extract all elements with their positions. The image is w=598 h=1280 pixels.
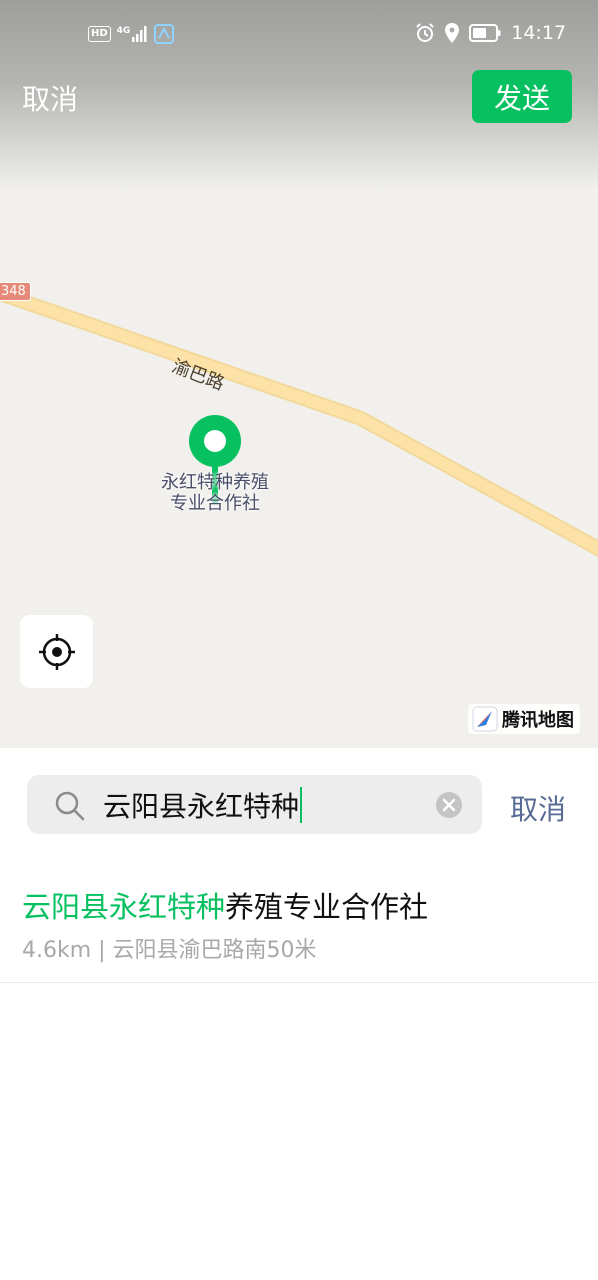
route-badge: 348 [0,282,31,301]
send-button[interactable]: 发送 [472,70,572,123]
location-status-icon [445,23,460,43]
my-location-button[interactable] [20,615,93,688]
cancel-button[interactable]: 取消 [22,78,78,118]
clear-icon[interactable] [435,791,463,819]
result-subtitle: 4.6km | 云阳县渝巴路南50米 [22,938,317,963]
search-icon [55,791,85,821]
alarm-icon [416,23,434,42]
status-right: 14:17 [415,22,566,44]
signal-icon: 4G [117,26,149,42]
search-cancel-button[interactable]: 取消 [510,788,566,828]
poi-label: 永红特种养殖 专业合作社 [140,472,290,514]
app-notification-icon [154,24,175,44]
search-bar-row: 云阳县永红特种 取消 [0,748,598,858]
result-title-rest: 养殖专业合作社 [225,890,429,924]
search-query: 云阳县永红特种 [103,790,300,823]
crosshair-icon [38,633,75,670]
battery-icon [469,24,501,42]
status-left: HD 4G [88,24,175,44]
list-item[interactable]: 云阳县永红特种养殖专业合作社 4.6km | 云阳县渝巴路南50米 [0,862,598,983]
result-title-match: 云阳县永红特种 [22,890,226,924]
text-cursor [300,787,303,823]
poi-label-line2: 专业合作社 [170,493,260,514]
map-provider-logo: 腾讯地图 [468,704,580,734]
result-title: 云阳县永红特种养殖专业合作社 [22,884,428,926]
search-box[interactable]: 云阳县永红特种 [27,775,482,834]
tencent-map-icon [472,706,498,732]
status-bar: HD 4G 14:17 [0,0,598,70]
search-input[interactable]: 云阳县永红特种 [103,785,303,825]
clock: 14:17 [511,22,566,44]
hd-indicator: HD [88,26,111,42]
poi-label-line1: 永红特种养殖 [161,472,269,493]
network-type: 4G [116,26,131,36]
map-provider-name: 腾讯地图 [502,710,574,731]
